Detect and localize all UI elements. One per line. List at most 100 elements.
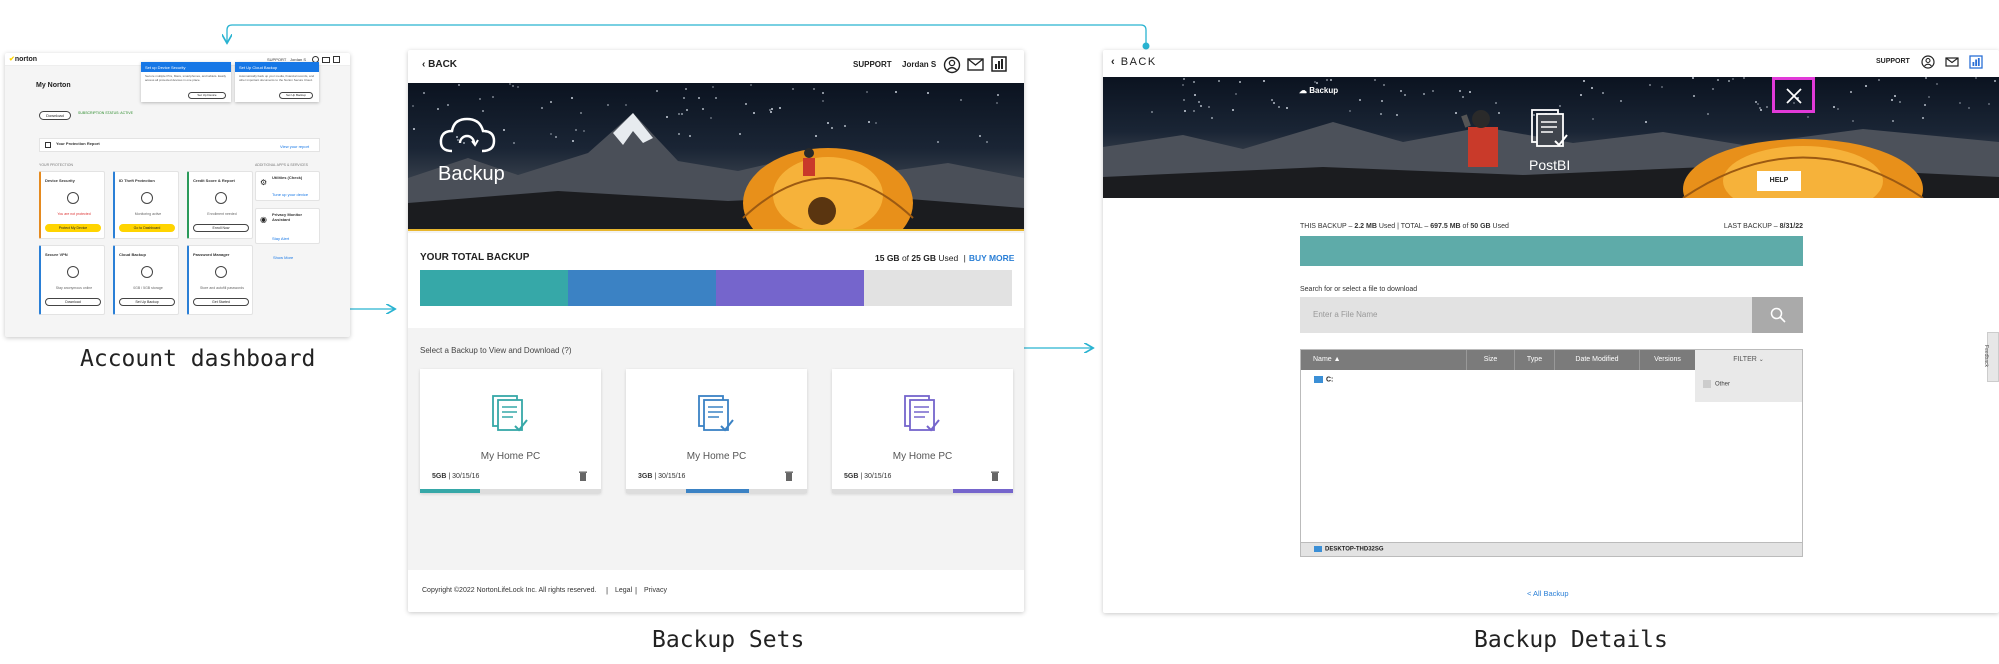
details-stats-icon[interactable] bbox=[1969, 55, 1983, 69]
dashboard-tile[interactable]: Secure VPN Stay anonymous online Download bbox=[39, 245, 105, 315]
copyright-text: Copyright ©2022 NortonLifeLock Inc. All … bbox=[422, 587, 597, 594]
popup-device-security: Set up Device Security Secure multiple P… bbox=[141, 62, 231, 102]
sets-hero-banner: Backup bbox=[408, 83, 1024, 231]
star bbox=[1183, 109, 1186, 112]
details-back-button[interactable]: ‹ BACK bbox=[1111, 56, 1157, 68]
table-header: Name ▲ Size Type Date Modified Versions bbox=[1301, 350, 1695, 370]
dashboard-panel: ✔norton SUPPORT Jordan S My Norton Downl… bbox=[5, 53, 350, 337]
star bbox=[1207, 105, 1210, 108]
sets-mail-icon[interactable] bbox=[967, 58, 984, 71]
legal-link[interactable]: Legal bbox=[615, 587, 632, 594]
close-button[interactable] bbox=[1772, 77, 1815, 113]
dashboard-tile[interactable]: Password Manager Store and autofill passw… bbox=[187, 245, 253, 315]
backup-card[interactable]: My Home PC 5GB | 30/15/16 bbox=[832, 369, 1013, 493]
dashboard-tile[interactable]: ID Theft Protection Monitoring active Go t… bbox=[113, 171, 179, 239]
protection-report-bar[interactable]: Your Protection Report View your report bbox=[39, 138, 320, 152]
sets-support-link[interactable]: SUPPORT bbox=[853, 60, 892, 69]
sets-user-name[interactable]: Jordan S bbox=[902, 60, 936, 69]
backup-card[interactable]: My Home PC 3GB | 30/15/16 bbox=[626, 369, 807, 493]
col-type[interactable]: Type bbox=[1515, 350, 1555, 370]
trash-icon[interactable] bbox=[991, 471, 999, 481]
star bbox=[1967, 107, 1970, 110]
star bbox=[1894, 94, 1896, 97]
utilities-title: Utilities (Check) bbox=[272, 175, 303, 180]
buy-more-link[interactable]: BUY MORE bbox=[969, 253, 1015, 263]
details-mail-icon[interactable] bbox=[1945, 57, 1959, 67]
tile-button[interactable]: Enroll Now bbox=[193, 224, 249, 232]
tile-status: You are not protected bbox=[57, 212, 91, 216]
popup-backup-text: Automatically back up your media, financ… bbox=[239, 74, 315, 82]
star bbox=[1150, 111, 1153, 114]
tile-icon bbox=[67, 192, 79, 204]
side-tile-utilities[interactable]: ⚙ Utilities (Check) Tune up your device bbox=[255, 171, 320, 201]
tree-item-c-drive[interactable]: C: bbox=[1314, 376, 1333, 383]
side-tile-privacy[interactable]: ◉ Privacy Monitor Assistant Stay Alert bbox=[255, 208, 320, 244]
popup-device-button[interactable]: Set Up Device bbox=[188, 92, 226, 99]
total-usage-text: 15 GB of 25 GB Used | BUY MORE bbox=[875, 253, 1015, 263]
privacy-link[interactable]: Stay Alert bbox=[272, 236, 289, 241]
select-backup-prompt: Select a Backup to View and Download (?) bbox=[420, 346, 572, 355]
dashboard-tile[interactable]: Credit Score & Report Enrollment needed En… bbox=[187, 171, 253, 239]
tile-button[interactable]: Protect My Device bbox=[45, 224, 101, 232]
tile-button[interactable]: Go to Dashboard bbox=[119, 224, 175, 232]
filter-option-other[interactable]: Other bbox=[1703, 380, 1730, 388]
details-account-icon[interactable] bbox=[1921, 55, 1935, 69]
backup-card-track bbox=[832, 489, 1013, 493]
popup-backup-button[interactable]: Set Up Backup bbox=[279, 92, 313, 99]
col-size[interactable]: Size bbox=[1467, 350, 1515, 370]
help-button[interactable]: HELP bbox=[1757, 171, 1801, 191]
dashboard-tile[interactable]: Device Security You are not protected Prot… bbox=[39, 171, 105, 239]
col-name[interactable]: Name ▲ bbox=[1301, 350, 1467, 370]
backup-card-name: My Home PC bbox=[892, 451, 953, 462]
sets-footer: Copyright ©2022 NortonLifeLock Inc. All … bbox=[408, 570, 1024, 612]
all-backups-link[interactable]: < All Backup bbox=[1527, 589, 1568, 598]
folder-icon bbox=[1314, 376, 1323, 383]
filter-panel: FILTER ⌄ Other bbox=[1695, 350, 1802, 402]
tile-title: Cloud Backup bbox=[119, 252, 146, 257]
trash-icon[interactable] bbox=[785, 471, 793, 481]
col-date-modified[interactable]: Date Modified bbox=[1555, 350, 1640, 370]
star bbox=[479, 97, 482, 100]
sets-back-button[interactable]: ‹ BACK bbox=[422, 59, 457, 70]
arrow-details-to-dashboard bbox=[227, 24, 1147, 44]
close-icon bbox=[1786, 88, 1802, 104]
mountain-scene bbox=[408, 113, 1024, 229]
trash-icon[interactable] bbox=[579, 471, 587, 481]
dashboard-download-button[interactable]: Download bbox=[39, 111, 71, 120]
star bbox=[1373, 78, 1376, 81]
star bbox=[1182, 98, 1185, 101]
star bbox=[710, 116, 713, 119]
filter-toggle[interactable]: FILTER ⌄ bbox=[1695, 350, 1802, 370]
show-more-link[interactable]: Show More bbox=[273, 255, 293, 260]
star bbox=[1277, 105, 1280, 108]
norton-logo: ✔norton bbox=[9, 56, 38, 63]
feedback-tab[interactable]: Feedback bbox=[1983, 332, 1999, 382]
tile-button[interactable]: Set Up Backup bbox=[119, 298, 175, 306]
subscription-status: SUBSCRIPTION STATUS: ACTIVE bbox=[78, 111, 133, 115]
privacy-link[interactable]: Privacy bbox=[644, 587, 667, 594]
search-button[interactable] bbox=[1752, 297, 1803, 333]
star bbox=[865, 90, 868, 93]
sets-account-icon[interactable] bbox=[943, 56, 961, 74]
details-support-link[interactable]: SUPPORT bbox=[1876, 58, 1910, 65]
tile-button[interactable]: Download bbox=[45, 298, 101, 306]
popup-device-title: Set up Device Security bbox=[141, 62, 231, 72]
col-versions[interactable]: Versions bbox=[1640, 350, 1695, 370]
additional-apps-heading: ADDITIONAL APPS & SERVICES bbox=[255, 163, 308, 167]
dashboard-tile[interactable]: Cloud Backup 0GB / 5GB storage Set Up Back… bbox=[113, 245, 179, 315]
file-search-input[interactable]: Enter a File Name bbox=[1300, 297, 1752, 333]
star bbox=[516, 86, 519, 88]
utilities-link[interactable]: Tune up your device bbox=[272, 192, 308, 197]
details-header: ‹ BACK SUPPORT bbox=[1103, 50, 1999, 77]
star bbox=[744, 102, 747, 105]
report-link[interactable]: View your report bbox=[280, 144, 309, 149]
dashboard-mail-icon[interactable] bbox=[322, 57, 330, 63]
tile-button[interactable]: Get Started bbox=[193, 298, 249, 306]
backup-card[interactable]: My Home PC 5GB | 30/15/16 bbox=[420, 369, 601, 493]
dashboard-stats-icon[interactable] bbox=[333, 56, 340, 63]
sets-stats-icon[interactable] bbox=[991, 56, 1007, 72]
star bbox=[1182, 83, 1185, 86]
star bbox=[1270, 98, 1273, 101]
star bbox=[1765, 105, 1768, 108]
details-usage-text: THIS BACKUP – 2.2 MB Used | TOTAL – 697.… bbox=[1300, 223, 1509, 230]
